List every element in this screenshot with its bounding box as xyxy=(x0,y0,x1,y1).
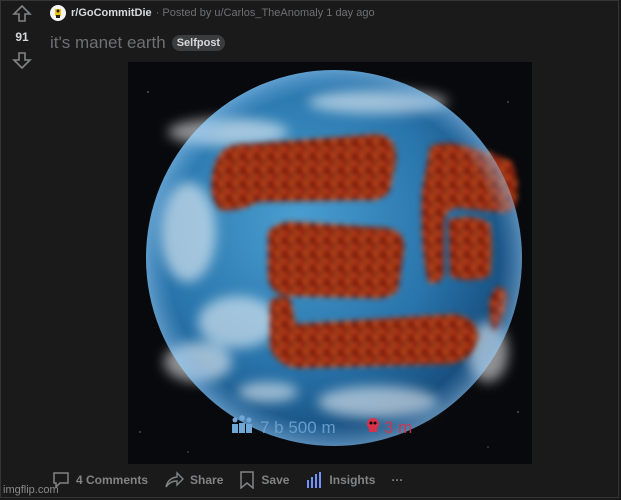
more-options-button[interactable]: ··· xyxy=(391,473,403,487)
post-flair[interactable]: Selfpost xyxy=(171,35,226,51)
share-label: Share xyxy=(190,473,224,487)
post-meta: · Posted by u/Carlos_TheAnomaly 1 day ag… xyxy=(155,7,375,19)
bookmark-icon xyxy=(240,471,255,489)
insights-bars-icon xyxy=(307,472,322,488)
share-button[interactable]: Share xyxy=(164,471,223,489)
subreddit-icon[interactable] xyxy=(50,5,66,21)
downvote-arrow-icon[interactable] xyxy=(12,50,32,70)
comments-button[interactable]: 4 Comments xyxy=(52,471,148,489)
save-label: Save xyxy=(261,473,290,487)
post-header: r/GoCommitDie · Posted by u/Carlos_TheAn… xyxy=(50,4,375,22)
insights-label: Insights xyxy=(329,473,376,487)
insights-button[interactable]: Insights xyxy=(305,471,375,489)
upvote-arrow-icon[interactable] xyxy=(12,4,32,24)
subreddit-link[interactable]: r/GoCommitDie xyxy=(71,7,152,19)
save-button[interactable]: Save xyxy=(239,471,289,489)
share-icon xyxy=(165,471,185,488)
post-title-row: it's manet earth Selfpost xyxy=(50,33,226,53)
watermark: imgflip.com xyxy=(3,484,59,496)
population-value: 7 b 500 m xyxy=(260,418,336,437)
comments-label: 4 Comments xyxy=(76,473,149,487)
post-title[interactable]: it's manet earth xyxy=(50,33,166,53)
more-options-icon: ··· xyxy=(391,473,404,487)
population-icon xyxy=(232,415,252,433)
post-actions: 4 Comments Share Save Insights ··· xyxy=(52,471,419,489)
post-image[interactable]: 7 b 500 m 3 m xyxy=(128,62,532,464)
vote-score: 91 xyxy=(15,30,29,44)
deaths-value: 3 m xyxy=(384,418,412,437)
vote-column: 91 xyxy=(0,0,44,500)
